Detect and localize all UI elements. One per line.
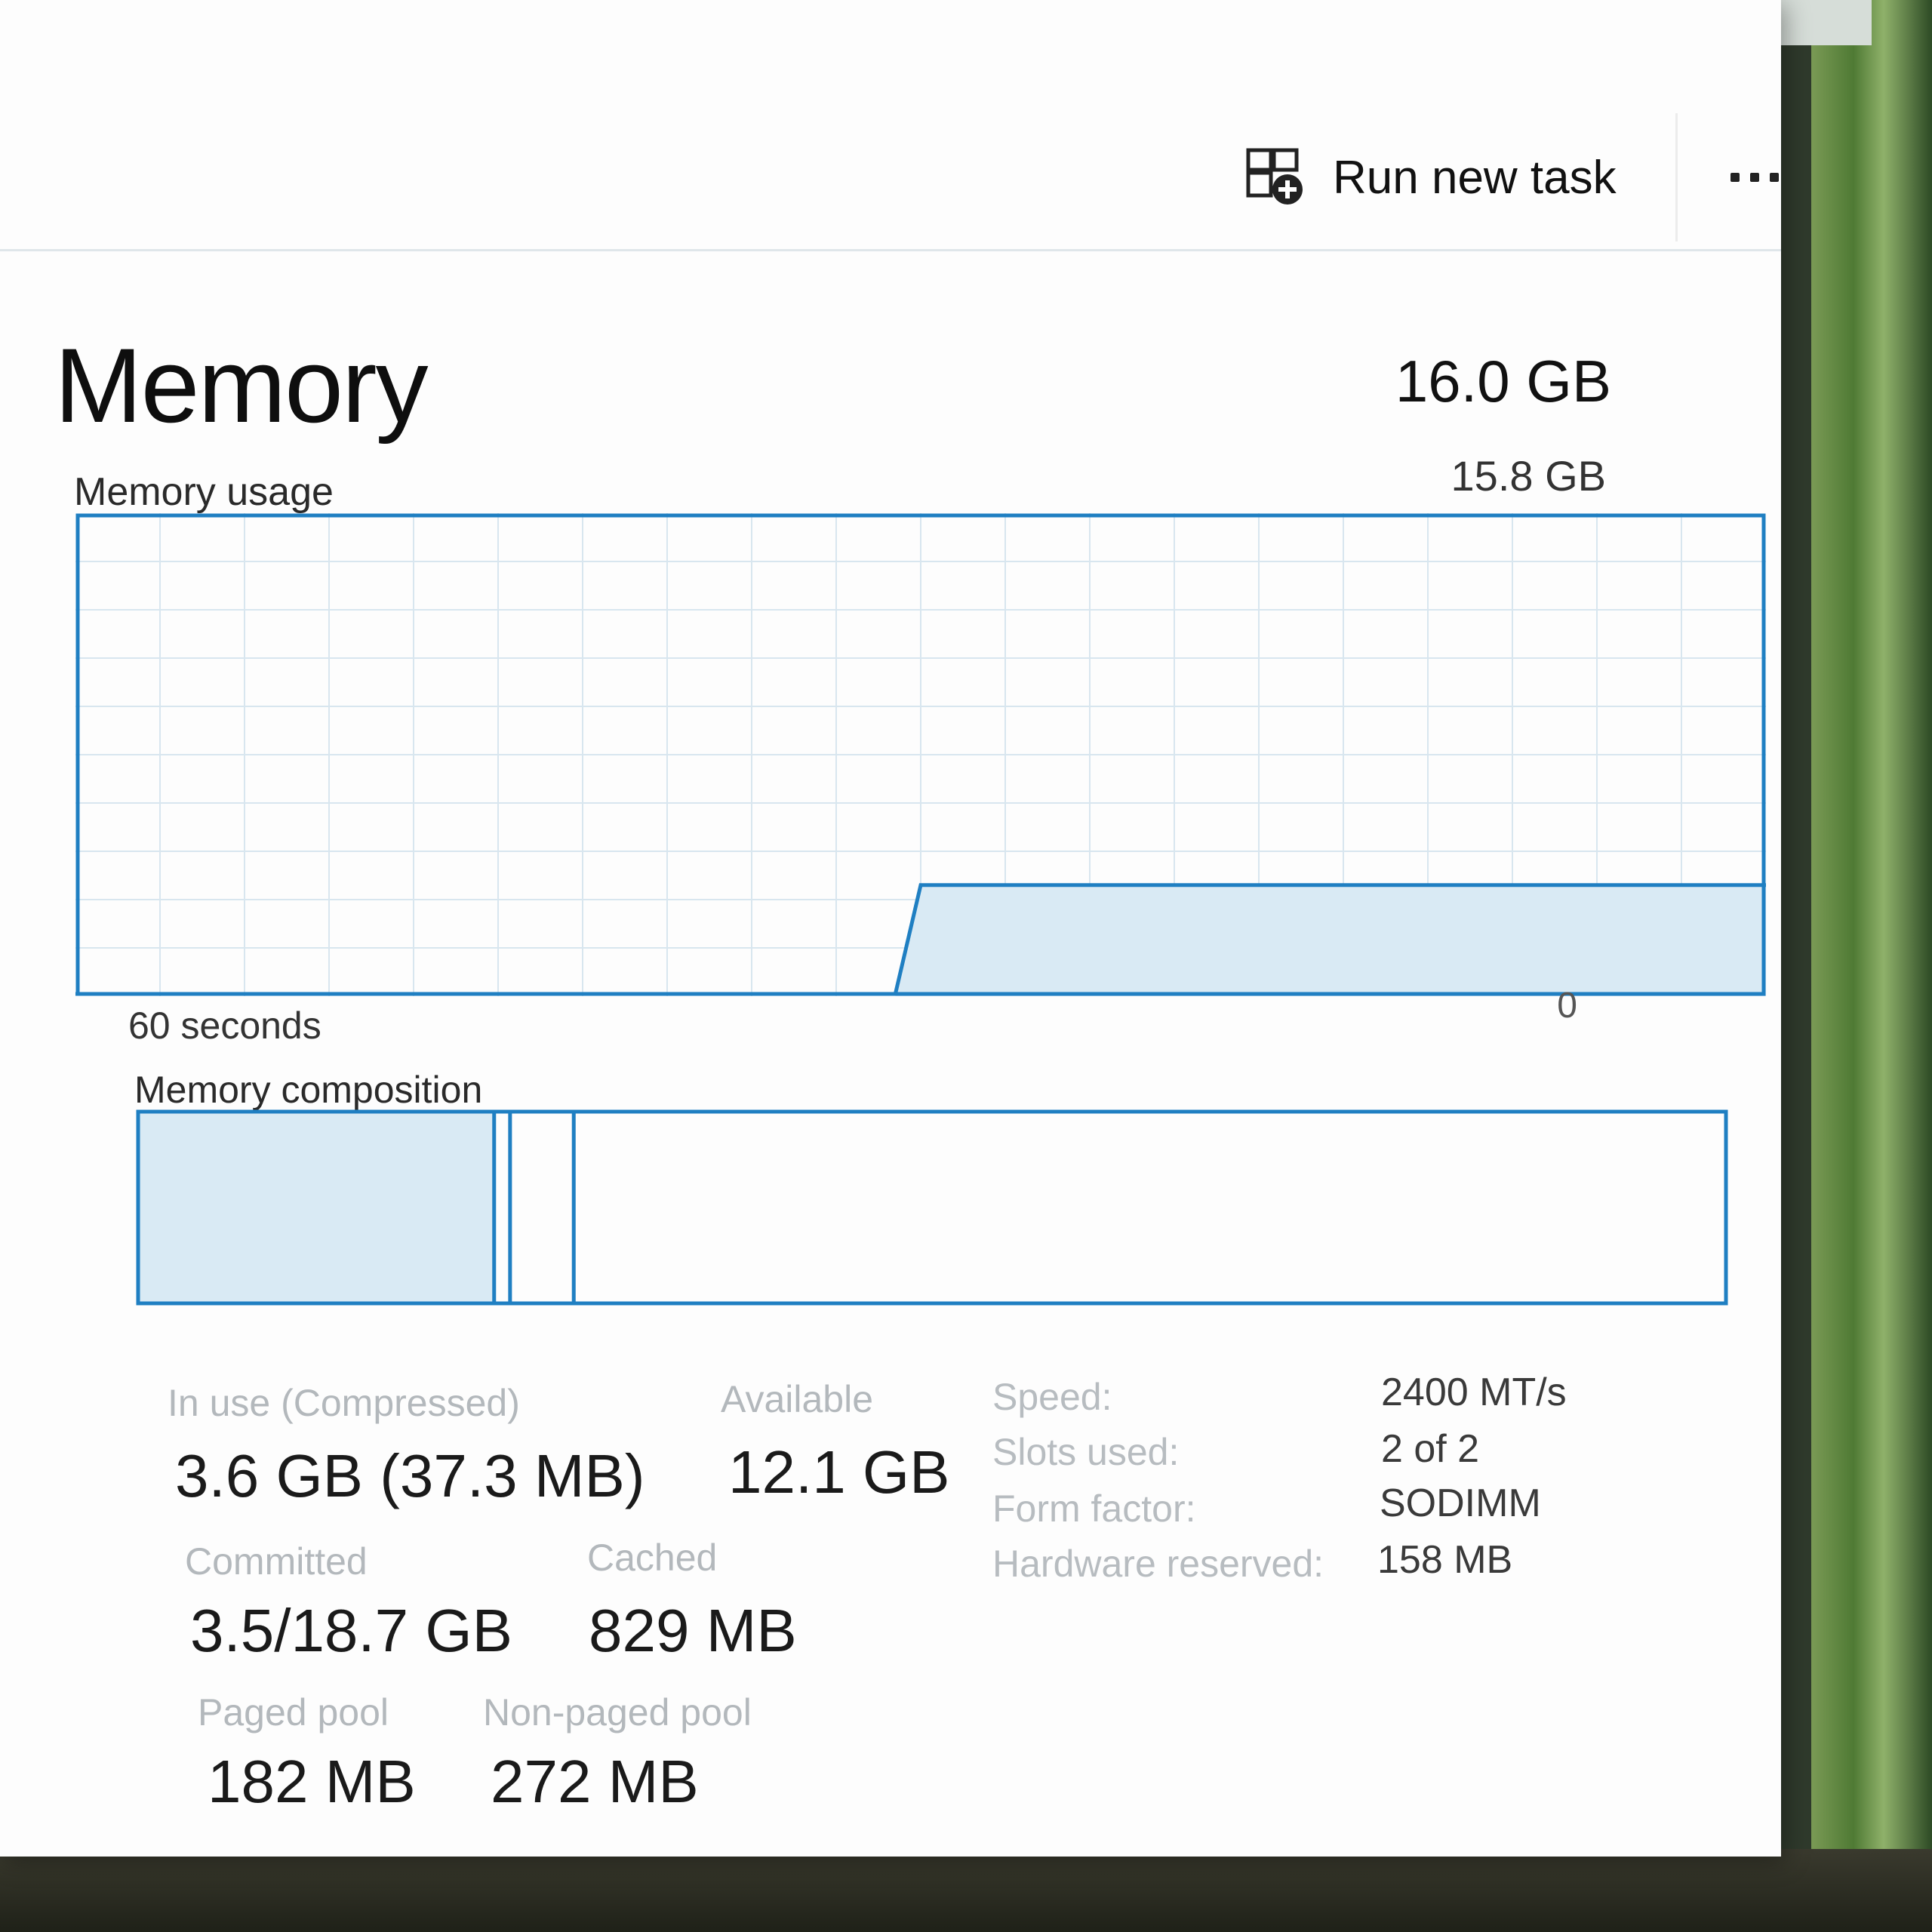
non-paged-pool-value: 272 MB <box>491 1748 699 1815</box>
run-new-task-label: Run new task <box>1333 151 1617 204</box>
graph-axis-end: 0 <box>1557 986 1577 1026</box>
non-paged-pool-label: Non-paged pool <box>483 1691 752 1734</box>
available-value: 12.1 GB <box>728 1438 950 1506</box>
speed-value: 2400 MT/s <box>1381 1371 1567 1414</box>
memory-usage-max: 15.8 GB <box>1451 452 1606 500</box>
speed-label: Speed: <box>992 1376 1112 1418</box>
available-label: Available <box>721 1378 874 1420</box>
page-title: Memory <box>54 326 429 445</box>
task-manager-window: Run new task Memory 16.0 GB Memory usage… <box>0 0 1781 1857</box>
slots-used-label: Slots used: <box>992 1431 1180 1473</box>
more-options-icon <box>1730 173 1740 182</box>
memory-usage-graph <box>75 513 1766 996</box>
run-new-task-button[interactable]: Run new task <box>1245 136 1617 219</box>
form-factor-label: Form factor: <box>992 1487 1196 1530</box>
more-options-button[interactable] <box>1713 147 1796 208</box>
in-use-label: In use (Compressed) <box>168 1382 520 1424</box>
committed-label: Committed <box>185 1540 368 1583</box>
background-foliage <box>1811 0 1932 1932</box>
hardware-reserved-value: 158 MB <box>1377 1538 1513 1582</box>
hardware-reserved-label: Hardware reserved: <box>992 1543 1324 1585</box>
slots-used-value: 2 of 2 <box>1381 1427 1480 1471</box>
memory-composition-bar <box>136 1109 1728 1306</box>
paged-pool-label: Paged pool <box>198 1691 389 1734</box>
toolbar: Run new task <box>0 45 1781 251</box>
memory-usage-area <box>895 884 1766 996</box>
background-desk <box>0 1849 1932 1932</box>
in-use-value: 3.6 GB (37.3 MB) <box>175 1442 645 1509</box>
committed-value: 3.5/18.7 GB <box>190 1597 512 1664</box>
toolbar-divider <box>1675 113 1678 242</box>
run-task-icon <box>1245 147 1306 208</box>
form-factor-value: SODIMM <box>1380 1481 1541 1525</box>
cached-label: Cached <box>587 1537 718 1579</box>
cached-value: 829 MB <box>589 1597 797 1664</box>
paged-pool-value: 182 MB <box>208 1748 416 1815</box>
memory-total: 16.0 GB <box>1395 348 1611 414</box>
graph-axis-start: 60 seconds <box>128 1004 321 1047</box>
composition-in-use <box>139 1112 494 1303</box>
memory-composition-label: Memory composition <box>134 1069 483 1111</box>
memory-usage-label: Memory usage <box>74 470 334 514</box>
